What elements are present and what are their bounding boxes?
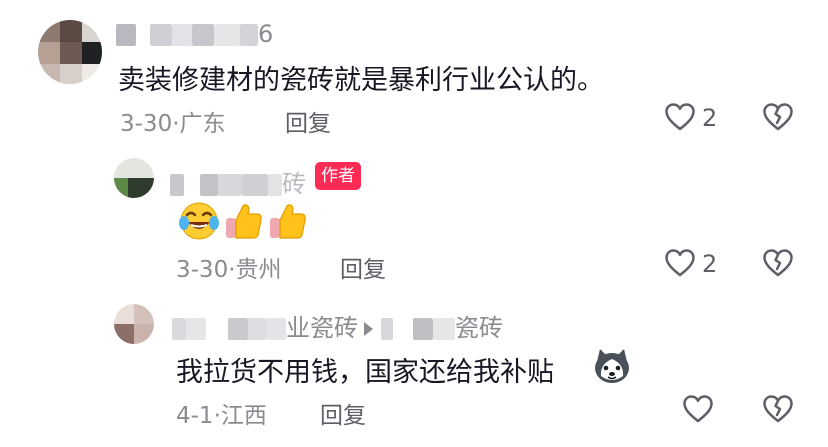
user-name[interactable]: 6 (116, 20, 273, 48)
avatar[interactable] (114, 158, 154, 198)
reply-arrow-icon (364, 322, 373, 336)
heart-outline-icon (665, 249, 695, 277)
like-button[interactable] (664, 248, 696, 278)
comment-location: 江西 (220, 403, 267, 429)
like-button[interactable] (682, 394, 714, 424)
user-name-tail: 6 (258, 20, 274, 48)
broken-heart-icon (763, 103, 793, 131)
avatar[interactable] (38, 20, 102, 84)
comment-date: 3-30 (176, 257, 229, 283)
user-name[interactable]: 砖 (170, 164, 306, 199)
user-name[interactable]: 业瓷砖 瓷砖 (172, 308, 503, 343)
broken-heart-icon (763, 395, 793, 423)
comment-text: 卖装修建材的瓷砖就是暴利行业公认的。 (118, 65, 604, 96)
author-badge: 作者 (315, 162, 361, 190)
reaction-emojis (178, 200, 308, 242)
thumbs-up-emoji (270, 204, 306, 239)
like-button[interactable] (664, 102, 696, 132)
reply-button[interactable]: 回复 (320, 396, 366, 430)
reply-button[interactable]: 回复 (285, 104, 331, 138)
like-count: 2 (702, 250, 718, 278)
reply-button[interactable]: 回复 (340, 250, 386, 284)
avatar[interactable] (114, 304, 154, 344)
heart-outline-icon (683, 395, 713, 423)
thumbs-up-emoji (226, 204, 262, 239)
dislike-button[interactable] (762, 394, 794, 424)
comment-location: 贵州 (235, 257, 282, 283)
comment-text: 我拉货不用钱，国家还给我补贴 (176, 357, 554, 388)
comment-meta: 4-1·江西 (176, 403, 267, 429)
comment-meta: 3-30·广东 (120, 111, 226, 137)
heart-outline-icon (665, 103, 695, 131)
comment-date: 4-1 (176, 403, 214, 429)
broken-heart-icon (763, 249, 793, 277)
comment-date: 3-30 (120, 111, 173, 137)
comment-location: 广东 (179, 111, 226, 137)
user-name-text: 业瓷砖 (286, 314, 358, 342)
husky-dog-emoji (595, 349, 629, 383)
dislike-button[interactable] (762, 102, 794, 132)
user-name-tail: 砖 (282, 170, 306, 198)
dislike-button[interactable] (762, 248, 794, 278)
reply-to-name: 瓷砖 (455, 314, 503, 342)
comment-meta: 3-30·贵州 (176, 257, 282, 283)
laughing-tears-emoji (179, 202, 219, 240)
like-count: 2 (702, 104, 718, 132)
